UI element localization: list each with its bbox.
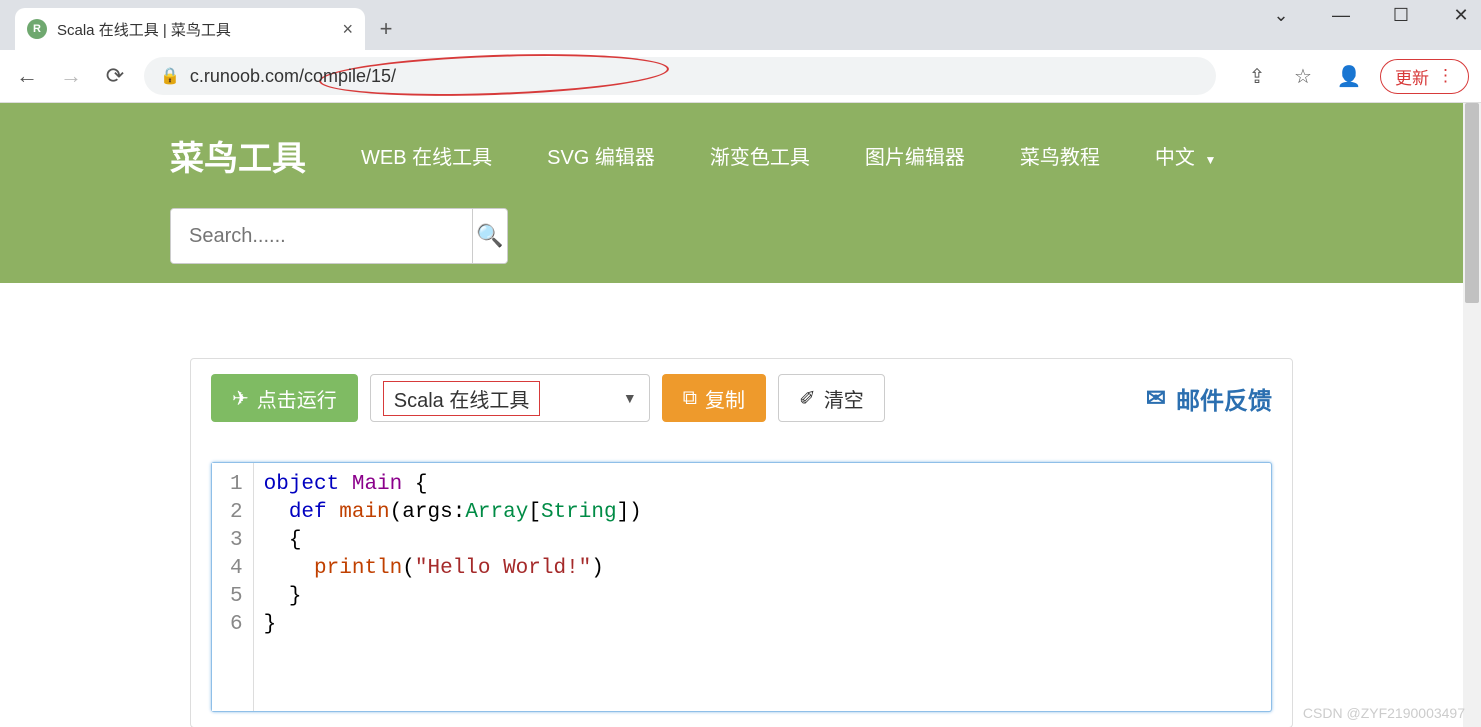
address-bar: ← → ⟳ 🔒 c.runoob.com/compile/15/ ⇪ ☆ 👤 更… <box>0 50 1481 103</box>
minimize-icon[interactable]: — <box>1326 5 1356 26</box>
paper-plane-icon: ✈ <box>232 386 249 411</box>
lock-icon: 🔒 <box>160 66 180 86</box>
menu-dots-icon: ⋮ <box>1437 66 1454 86</box>
line-number: 4 <box>230 555 243 583</box>
tab-title: Scala 在线工具 | 菜鸟工具 <box>57 19 231 40</box>
update-label: 更新 <box>1395 64 1429 89</box>
code-line: println("Hello World!") <box>264 555 642 583</box>
nav-gradient-tool[interactable]: 渐变色工具 <box>710 141 810 170</box>
search-icon: 🔍 <box>476 223 503 248</box>
search-group: 🔍 <box>170 208 508 264</box>
editor-toolbar: ✈ 点击运行 Scala 在线工具 ▼ ⧉ 复制 ✐ 清空 <box>211 374 1272 422</box>
scrollbar-track[interactable] <box>1463 103 1481 727</box>
watermark: CSDN @ZYF2190003497 <box>1303 705 1465 721</box>
chevron-down-icon[interactable]: ⌄ <box>1266 5 1296 26</box>
line-number: 3 <box>230 527 243 555</box>
mail-icon: ✉ <box>1146 384 1166 413</box>
window-controls: ⌄ — ☐ ✕ <box>1266 5 1476 26</box>
clear-button[interactable]: ✐ 清空 <box>778 374 885 422</box>
nav-web-tools[interactable]: WEB 在线工具 <box>361 141 492 170</box>
code-line: object Main { <box>264 471 642 499</box>
copy-label: 复制 <box>705 384 745 413</box>
nav-language-label: 中文 <box>1155 147 1195 169</box>
site-header: 菜鸟工具 WEB 在线工具 SVG 编辑器 渐变色工具 图片编辑器 菜鸟教程 中… <box>0 103 1463 283</box>
scrollbar-thumb[interactable] <box>1465 103 1479 303</box>
nav-svg-editor[interactable]: SVG 编辑器 <box>547 141 655 170</box>
favicon-icon: R <box>27 19 47 39</box>
code-lines[interactable]: object Main { def main(args:Array[String… <box>254 463 652 711</box>
chevron-down-icon: ▼ <box>623 390 637 406</box>
language-select[interactable]: Scala 在线工具 ▼ <box>370 374 650 422</box>
code-line: def main(args:Array[String]) <box>264 499 642 527</box>
back-icon[interactable]: ← <box>12 63 42 89</box>
nav-image-editor[interactable]: 图片编辑器 <box>865 141 965 170</box>
share-icon[interactable]: ⇪ <box>1242 64 1272 89</box>
forward-icon[interactable]: → <box>56 63 86 89</box>
eraser-icon: ✐ <box>799 386 816 411</box>
reload-icon[interactable]: ⟳ <box>100 63 130 89</box>
close-window-icon[interactable]: ✕ <box>1446 5 1476 26</box>
line-number: 6 <box>230 611 243 639</box>
code-line: } <box>264 611 642 639</box>
site-logo[interactable]: 菜鸟工具 <box>170 131 306 180</box>
nav-tutorial[interactable]: 菜鸟教程 <box>1020 141 1100 170</box>
line-number: 1 <box>230 471 243 499</box>
copy-icon: ⧉ <box>683 387 697 410</box>
run-label: 点击运行 <box>257 384 337 413</box>
copy-button[interactable]: ⧉ 复制 <box>662 374 766 422</box>
tab-bar: R Scala 在线工具 | 菜鸟工具 × + ⌄ — ☐ ✕ <box>0 0 1481 50</box>
star-icon[interactable]: ☆ <box>1288 64 1318 89</box>
new-tab-button[interactable]: + <box>365 8 407 50</box>
code-editor[interactable]: 1 2 3 4 5 6 object Main { def main(args:… <box>211 462 1272 712</box>
maximize-icon[interactable]: ☐ <box>1386 5 1416 26</box>
code-line: { <box>264 527 642 555</box>
language-select-label: Scala 在线工具 <box>383 381 541 416</box>
editor-panel: ✈ 点击运行 Scala 在线工具 ▼ ⧉ 复制 ✐ 清空 <box>190 358 1293 727</box>
nav-language[interactable]: 中文 ▼ <box>1155 141 1216 170</box>
line-gutter: 1 2 3 4 5 6 <box>212 463 254 711</box>
search-button[interactable]: 🔍 <box>472 209 507 263</box>
feedback-link[interactable]: ✉ 邮件反馈 <box>1146 381 1272 416</box>
search-input[interactable] <box>171 209 472 263</box>
url-box[interactable]: 🔒 c.runoob.com/compile/15/ <box>144 57 1216 95</box>
browser-tab[interactable]: R Scala 在线工具 | 菜鸟工具 × <box>15 8 365 50</box>
code-line: } <box>264 583 642 611</box>
feedback-label: 邮件反馈 <box>1176 381 1272 416</box>
clear-label: 清空 <box>824 384 864 413</box>
line-number: 2 <box>230 499 243 527</box>
close-tab-icon[interactable]: × <box>342 19 353 40</box>
caret-down-icon: ▼ <box>1204 153 1216 167</box>
update-button[interactable]: 更新 ⋮ <box>1380 59 1469 94</box>
profile-icon[interactable]: 👤 <box>1334 64 1364 89</box>
line-number: 5 <box>230 583 243 611</box>
run-button[interactable]: ✈ 点击运行 <box>211 374 358 422</box>
url-text: c.runoob.com/compile/15/ <box>190 66 396 87</box>
